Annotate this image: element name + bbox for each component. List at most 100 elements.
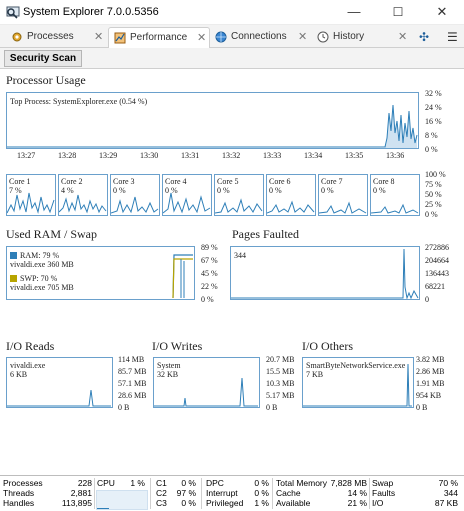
tab-label: History [333,31,365,42]
status-divider [369,478,370,509]
c1-value: 0 % [181,478,196,488]
c1-label: C1 [156,478,167,488]
globe-icon [215,31,227,43]
faults-label: Faults [372,488,396,498]
pages-faulted-title: Pages Faulted [232,227,299,241]
performance-icon [114,32,126,44]
io-writes-title: I/O Writes [152,339,203,353]
window-title: System Explorer 7.0.0.5356 [23,6,159,18]
ram-swap-graph: RAM: 79 % vivaldi.exe 360 MB SWP: 70 % v… [6,246,195,300]
io-writes-y-tick: 20.7 MB [266,355,295,364]
cpu-mini-graph [96,490,148,510]
core-usage-line [111,196,159,214]
threads-value: 2,881 [70,488,92,498]
minimize-button[interactable]: — [332,0,376,24]
swap-value: 70 % [438,478,458,488]
core-graph: Core 4 0 % [162,174,212,216]
tab-history[interactable]: History ✕ [312,27,410,47]
cache-label: Cache [276,488,301,498]
pages-y-tick: 136443 [425,269,449,278]
processor-x-tick: 13:34 [304,151,323,160]
c3-value: 0 % [181,498,196,508]
io-others-title: I/O Others [302,339,353,353]
io-value: 87 KB [434,498,458,508]
core-usage-line [163,192,211,214]
core-usage-line [267,200,315,214]
faults-value: 344 [443,488,458,498]
tab-close-button[interactable]: ✕ [398,27,407,47]
tab-close-button[interactable]: ✕ [94,27,103,47]
io-writes-graph: System 32 KB [153,357,260,408]
processor-x-tick: 13:29 [99,151,118,160]
threads-label: Threads [3,488,35,498]
tab-processes[interactable]: Processes ✕ [6,27,106,47]
c2-label: C2 [156,488,167,498]
processor-y-tick: 24 % [425,103,442,112]
processor-x-tick: 13:30 [140,151,159,160]
used-ram-swap-title: Used RAM / Swap [6,227,98,241]
core-graph: Core 1 7 % [6,174,56,216]
io-writes-y-tick: 15.5 MB [266,367,295,376]
menu-button[interactable]: ☰ [447,27,458,47]
privileged-label: Privileged [206,498,244,508]
tab-connections[interactable]: Connections ✕ [210,27,310,47]
processor-x-tick: 13:27 [17,151,36,160]
ram-y-tick: 0 % [201,295,214,304]
handles-value: 113,895 [61,498,92,508]
tab-label: Performance [130,32,188,43]
io-label: I/O [372,498,384,508]
interrupt-label: Interrupt [206,488,238,498]
processor-usage-title: Processor Usage [6,73,86,87]
pages-y-tick: 0 [425,295,429,304]
status-divider [94,478,95,509]
maximize-button[interactable]: ☐ [376,0,420,24]
processor-y-tick: 0 % [425,145,438,154]
core-y-tick: 25 % [425,200,442,209]
io-writes-y-tick: 0 B [266,403,278,412]
ram-y-tick: 67 % [201,256,218,265]
available-label: Available [276,498,311,508]
add-tab-button[interactable]: ✣ [419,27,429,47]
total-memory-value: 7,828 MB [330,478,367,488]
io-reads-graph: vivaldi.exe 6 KB [6,357,113,408]
io-others-y-tick: 954 KB [416,391,442,400]
processes-value: 228 [77,478,92,488]
core-y-tick: 50 % [425,190,442,199]
status-divider [150,478,151,509]
io-reads-title: I/O Reads [6,339,55,353]
core-y-tick: 75 % [425,180,442,189]
status-divider [272,478,273,509]
processor-x-tick: 13:31 [181,151,200,160]
io-others-y-tick: 1.91 MB [416,379,445,388]
ram-y-tick: 89 % [201,243,218,252]
io-reads-line [7,389,111,407]
io-reads-y-tick: 57.1 MB [118,379,147,388]
core-usage-line [319,201,367,214]
core-graph: Core 6 0 % [266,174,316,216]
close-button[interactable]: ✕ [420,0,464,24]
interrupt-value: 0 % [254,488,269,498]
tab-close-button[interactable]: ✕ [197,28,206,48]
pages-y-tick: 272886 [425,243,449,252]
io-reads-y-tick: 0 B [118,403,130,412]
security-scan-button[interactable]: Security Scan [4,50,82,67]
pages-y-tick: 204664 [425,256,449,265]
swap-label: Swap [372,478,394,488]
tab-close-button[interactable]: ✕ [298,27,307,47]
processor-x-tick: 13:28 [58,151,77,160]
processor-x-tick: 13:36 [386,151,405,160]
ram-swap-lines [172,254,193,299]
status-divider [201,478,202,509]
c2-value: 97 % [176,488,196,498]
tab-performance[interactable]: Performance ✕ [108,27,210,48]
processor-x-tick: 13:33 [263,151,282,160]
processor-y-tick: 32 % [425,89,442,98]
io-others-graph: SmartByteNetworkService.exe 7 KB [302,357,414,408]
processes-label: Processes [3,478,43,488]
core-graph: Core 2 4 % [58,174,108,216]
cpu-value: 1 % [130,478,145,488]
available-value: 21 % [347,498,367,508]
core-graph: Core 8 0 % [370,174,420,216]
pages-faulted-graph: 344 [230,246,420,300]
cache-value: 14 % [347,488,367,498]
